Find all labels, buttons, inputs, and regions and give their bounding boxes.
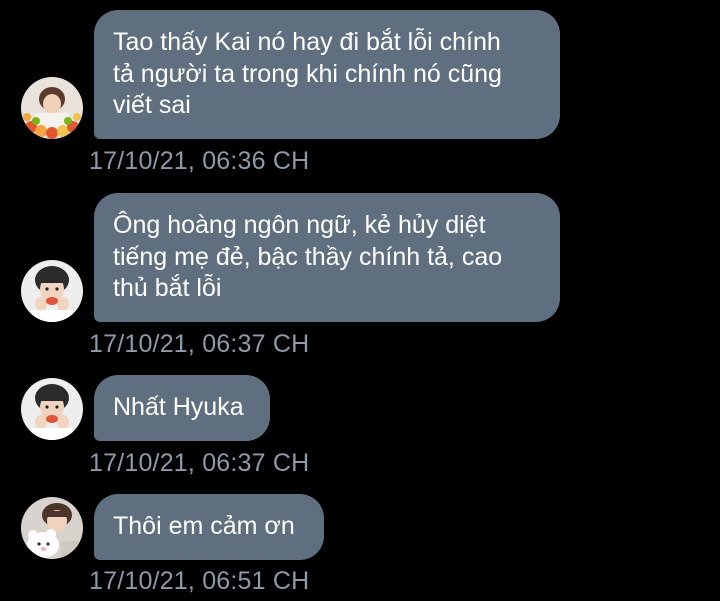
avatar-boy-icon[interactable] [21,378,83,440]
message-thread: Tao thấy Kai nó hay đi bắt lỗi chính tả … [0,0,720,601]
message-text: Tao thấy Kai nó hay đi bắt lỗi chính [113,28,501,56]
avatar-flowers-icon[interactable] [21,77,83,139]
message-text: viết sai [113,91,191,119]
message-text: thủ bắt lỗi [113,274,222,302]
message-bubble[interactable]: Tao thấy Kai nó hay đi bắt lỗi chính tả … [94,10,560,139]
avatar-plush-icon[interactable] [21,497,83,559]
message-text: tiếng mẹ đẻ, bậc thầy chính tả, cao [113,242,503,271]
message-text: Thôi em cảm ơn [113,512,295,540]
message-timestamp: 17/10/21, 06:37 CH [89,330,310,358]
message-bubble[interactable]: Nhất Hyuka [94,375,270,441]
message-timestamp: 17/10/21, 06:36 CH [89,147,310,175]
message-timestamp: 17/10/21, 06:37 CH [89,449,310,477]
avatar-boy-icon[interactable] [21,260,83,322]
message-bubble[interactable]: Ông hoàng ngôn ngữ, kẻ hủy diệt tiếng mẹ… [94,193,560,322]
message-timestamp: 17/10/21, 06:51 CH [89,567,310,595]
message-text: tả người ta trong khi chính nó cũng [113,59,502,88]
message-text: Ông hoàng ngôn ngữ, kẻ hủy diệt [113,211,486,239]
message-text: Nhất Hyuka [113,393,244,421]
message-bubble[interactable]: Thôi em cảm ơn [94,494,324,560]
